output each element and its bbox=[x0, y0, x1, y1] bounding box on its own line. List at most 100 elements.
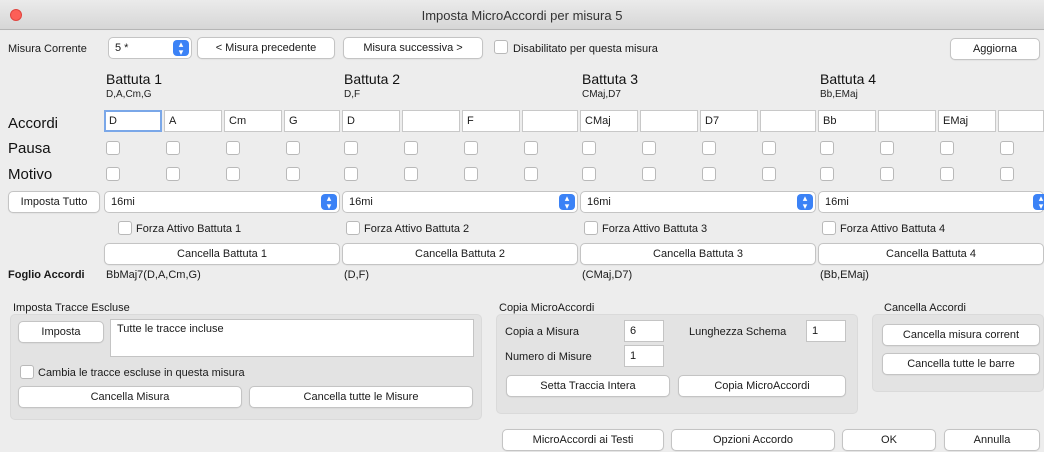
rest-checkbox[interactable] bbox=[702, 141, 716, 155]
clear-beat-3-button[interactable]: Cancella Battuta 3 bbox=[580, 243, 816, 265]
rest-checkbox[interactable] bbox=[344, 141, 358, 155]
change-excluded-checkbox[interactable] bbox=[20, 365, 34, 379]
rest-checkbox[interactable] bbox=[286, 141, 300, 155]
chord-cell[interactable] bbox=[760, 110, 816, 132]
chord-cell[interactable]: D7 bbox=[700, 110, 758, 132]
beat-4-preset-select[interactable]: 16mi ▴ ▾ bbox=[818, 191, 1044, 213]
motif-checkbox[interactable] bbox=[524, 167, 538, 181]
select-arrows-icon: ▴ ▾ bbox=[173, 40, 189, 57]
chord-cell[interactable]: D bbox=[104, 110, 162, 132]
beat-1-preset-select[interactable]: 16mi ▴ ▾ bbox=[104, 191, 340, 213]
count-input[interactable]: 1 bbox=[624, 345, 664, 367]
rest-checkbox[interactable] bbox=[1000, 141, 1014, 155]
chord-cell[interactable]: A bbox=[164, 110, 222, 132]
dialog-content: Misura Corrente 5 * ▴ ▾ < Misura preceden… bbox=[0, 31, 1044, 452]
chord-options-button[interactable]: Opzioni Accordo bbox=[671, 429, 835, 451]
refresh-button[interactable]: Aggiorna bbox=[950, 38, 1040, 60]
rest-checkbox[interactable] bbox=[404, 141, 418, 155]
chord-cell[interactable]: G bbox=[284, 110, 340, 132]
beat-3-preset-select[interactable]: 16mi ▴ ▾ bbox=[580, 191, 816, 213]
clear-beat-4-button[interactable]: Cancella Battuta 4 bbox=[818, 243, 1044, 265]
motif-checkbox[interactable] bbox=[106, 167, 120, 181]
motif-checkbox[interactable] bbox=[344, 167, 358, 181]
ok-button[interactable]: OK bbox=[842, 429, 936, 451]
motif-checkbox[interactable] bbox=[286, 167, 300, 181]
motif-checkbox[interactable] bbox=[464, 167, 478, 181]
clear-beat-2-button[interactable]: Cancella Battuta 2 bbox=[342, 243, 578, 265]
rest-checkbox[interactable] bbox=[524, 141, 538, 155]
chord-cell[interactable]: Bb bbox=[818, 110, 876, 132]
set-all-button[interactable]: Imposta Tutto bbox=[8, 191, 100, 213]
chord-cell[interactable] bbox=[640, 110, 698, 132]
chord-cell[interactable] bbox=[402, 110, 460, 132]
copy-to-input[interactable]: 6 bbox=[624, 320, 664, 342]
chords-row-label: Accordi bbox=[8, 115, 59, 132]
disable-measure-checkbox[interactable] bbox=[494, 40, 508, 54]
copy-microchords-button[interactable]: Copia MicroAccordi bbox=[678, 375, 846, 397]
set-track-button[interactable]: Setta Traccia Intera bbox=[506, 375, 670, 397]
length-input[interactable]: 1 bbox=[806, 320, 846, 342]
motif-checkbox[interactable] bbox=[582, 167, 596, 181]
motif-checkbox[interactable] bbox=[226, 167, 240, 181]
motif-checkbox[interactable] bbox=[762, 167, 776, 181]
rest-checkbox[interactable] bbox=[226, 141, 240, 155]
length-label: Lunghezza Schema bbox=[689, 326, 787, 338]
chord-cell[interactable]: EMaj bbox=[938, 110, 996, 132]
chord-cell[interactable] bbox=[998, 110, 1044, 132]
excluded-group-title: Imposta Tracce Escluse bbox=[13, 302, 130, 314]
window-title: Imposta MicroAccordi per misura 5 bbox=[421, 8, 623, 23]
rest-checkbox[interactable] bbox=[820, 141, 834, 155]
force-beat-2-label: Forza Attivo Battuta 2 bbox=[364, 223, 470, 235]
count-label: Numero di Misure bbox=[505, 351, 592, 363]
force-beat-1-checkbox[interactable] bbox=[118, 221, 132, 235]
clear-current-measure-button[interactable]: Cancella misura corrent bbox=[882, 324, 1040, 346]
force-beat-4-label: Forza Attivo Battuta 4 bbox=[840, 223, 946, 235]
motif-checkbox[interactable] bbox=[940, 167, 954, 181]
microchords-to-lyrics-button[interactable]: MicroAccordi ai Testi bbox=[502, 429, 664, 451]
rest-checkbox[interactable] bbox=[464, 141, 478, 155]
copy-to-label: Copia a Misura bbox=[505, 326, 579, 338]
motif-checkbox[interactable] bbox=[166, 167, 180, 181]
force-beat-3-checkbox[interactable] bbox=[584, 221, 598, 235]
rest-checkbox[interactable] bbox=[642, 141, 656, 155]
force-beat-3-label: Forza Attivo Battuta 3 bbox=[602, 223, 708, 235]
excluded-tracks-text[interactable]: Tutte le tracce incluse bbox=[110, 319, 474, 357]
chord-cell[interactable]: Cm bbox=[224, 110, 282, 132]
beat-3-preset-value: 16mi bbox=[587, 196, 611, 208]
motif-checkbox[interactable] bbox=[702, 167, 716, 181]
force-beat-4-checkbox[interactable] bbox=[822, 221, 836, 235]
rest-checkbox[interactable] bbox=[762, 141, 776, 155]
beat-1-preset-value: 16mi bbox=[111, 196, 135, 208]
chord-cell[interactable]: F bbox=[462, 110, 520, 132]
chord-cell[interactable]: CMaj bbox=[580, 110, 638, 132]
rest-checkbox[interactable] bbox=[582, 141, 596, 155]
cancel-button[interactable]: Annulla bbox=[944, 429, 1040, 451]
clear-measure-button[interactable]: Cancella Misura bbox=[18, 386, 242, 408]
select-arrows-icon: ▴ ▾ bbox=[1033, 194, 1044, 211]
beat-2-preset-select[interactable]: 16mi ▴ ▾ bbox=[342, 191, 578, 213]
rest-checkbox[interactable] bbox=[940, 141, 954, 155]
motif-checkbox[interactable] bbox=[1000, 167, 1014, 181]
beat-4-foglio: (Bb,EMaj) bbox=[820, 269, 869, 281]
clear-all-bars-button[interactable]: Cancella tutte le barre bbox=[882, 353, 1040, 375]
rest-checkbox[interactable] bbox=[880, 141, 894, 155]
rest-checkbox[interactable] bbox=[166, 141, 180, 155]
next-measure-button[interactable]: Misura successiva > bbox=[343, 37, 483, 59]
chord-cell[interactable]: D bbox=[342, 110, 400, 132]
chord-cell[interactable] bbox=[878, 110, 936, 132]
force-beat-2-checkbox[interactable] bbox=[346, 221, 360, 235]
motif-checkbox[interactable] bbox=[820, 167, 834, 181]
select-arrows-icon: ▴ ▾ bbox=[321, 194, 337, 211]
current-measure-select[interactable]: 5 * ▴ ▾ bbox=[108, 37, 192, 59]
clear-beat-1-button[interactable]: Cancella Battuta 1 bbox=[104, 243, 340, 265]
motif-checkbox[interactable] bbox=[642, 167, 656, 181]
rest-checkbox[interactable] bbox=[106, 141, 120, 155]
set-excluded-button[interactable]: Imposta bbox=[18, 321, 104, 343]
motif-checkbox[interactable] bbox=[404, 167, 418, 181]
prev-measure-button[interactable]: < Misura precedente bbox=[197, 37, 335, 59]
motif-checkbox[interactable] bbox=[880, 167, 894, 181]
chord-cell[interactable] bbox=[522, 110, 578, 132]
current-measure-value: 5 * bbox=[115, 42, 129, 54]
beat-1-title: Battuta 1 bbox=[106, 71, 163, 87]
clear-all-measures-button[interactable]: Cancella tutte le Misure bbox=[249, 386, 473, 408]
